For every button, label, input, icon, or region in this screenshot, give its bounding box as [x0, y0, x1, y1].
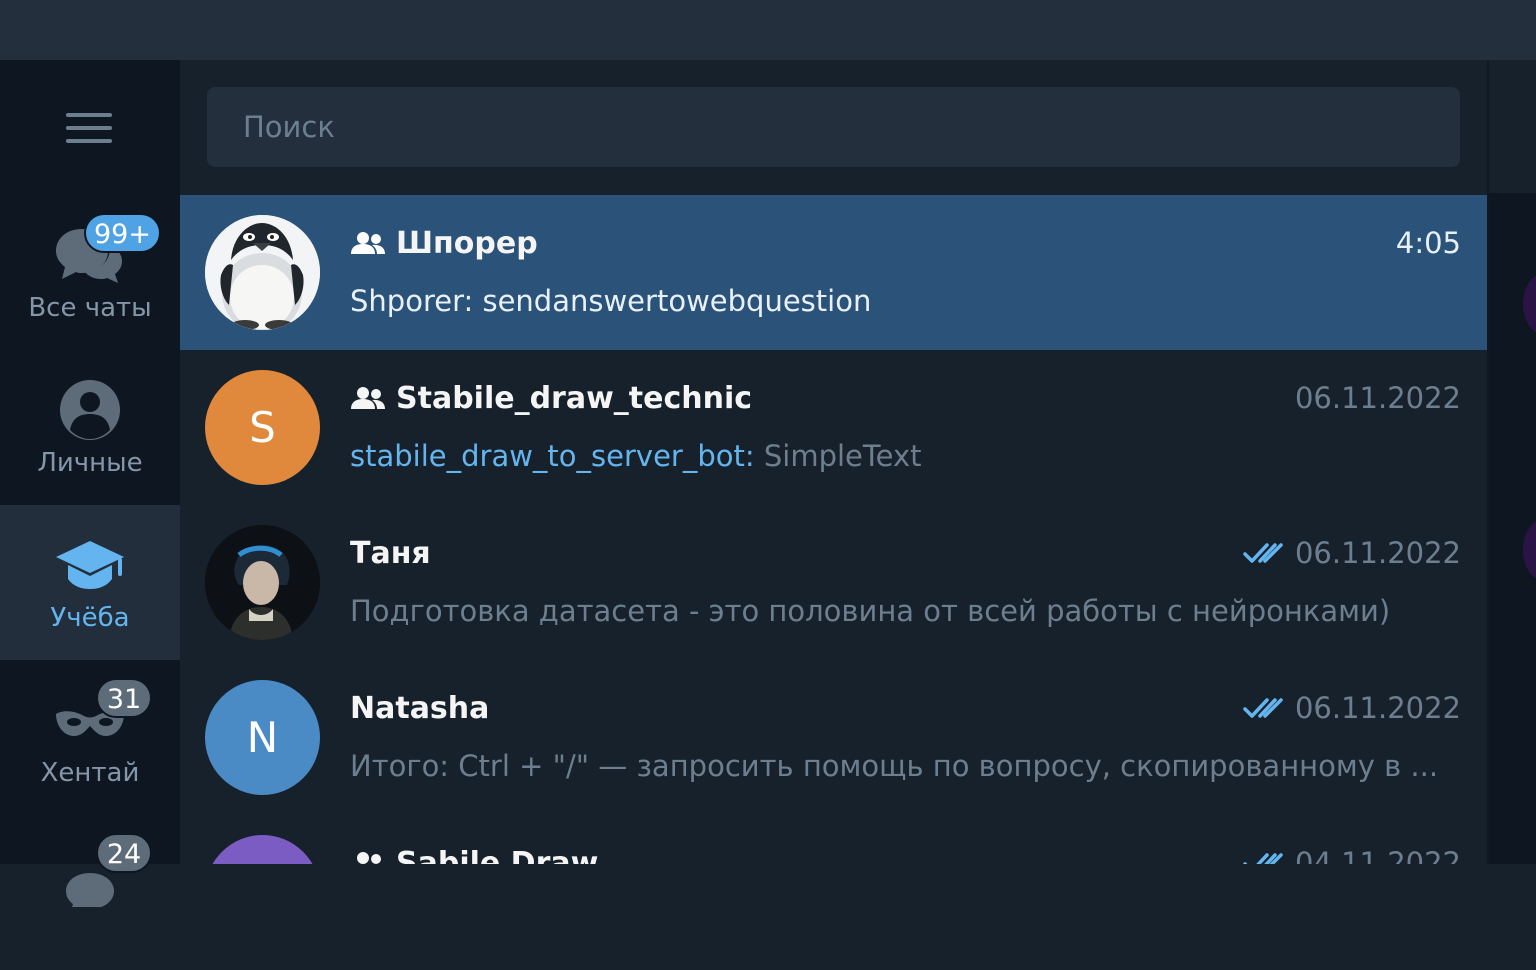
- chat-name-line: Natasha: [350, 688, 489, 728]
- chat-time: 06.11.2022: [1243, 688, 1461, 728]
- folder-sidebar: 99+ Все чаты Личные Учёба 31 Хентай 24: [0, 60, 180, 907]
- chat-name: Natasha: [350, 690, 490, 726]
- group-icon: [351, 232, 385, 254]
- chat-row[interactable]: N Natasha 06.11.2022 Итого: Ctrl + "/" —…: [180, 660, 1487, 815]
- chat-preview: stabile_draw_to_server_bot: SimpleText: [350, 436, 1457, 476]
- folder-label: Личные: [37, 448, 143, 478]
- avatar: [205, 835, 320, 864]
- unread-badge: 31: [96, 678, 152, 718]
- chat-time-text: 4:05: [1395, 226, 1461, 260]
- chat-row[interactable]: Шпорер 4:05 Shporer: sendanswertowebques…: [180, 195, 1487, 350]
- chat-row[interactable]: Таня 06.11.2022 Подготовка датасета - эт…: [180, 505, 1487, 660]
- chat-name: Stabile_draw_technic: [396, 380, 753, 416]
- chat-preview: Shporer: sendanswertowebquestion: [350, 281, 1457, 321]
- folder-label: Учёба: [50, 603, 130, 633]
- window-title-bar: [0, 0, 1536, 60]
- chat-time-text: 04.11.2022: [1294, 846, 1461, 864]
- chat-name-line: Шпорер: [350, 223, 538, 263]
- conversation-pane: [1487, 60, 1536, 864]
- chat-preview: Подготовка датасета - это половина от вс…: [350, 591, 1457, 631]
- group-icon: [357, 852, 381, 864]
- graduation-cap-icon: [56, 541, 124, 589]
- chat-time: 04.11.2022: [1243, 843, 1461, 864]
- chat-time: 06.11.2022: [1243, 533, 1461, 573]
- avatar: [205, 525, 320, 640]
- unread-badge: 24: [96, 833, 152, 873]
- folder-personal[interactable]: Личные: [0, 350, 180, 505]
- chat-time: 4:05: [1396, 223, 1461, 263]
- chat-name: Шпорер: [396, 225, 538, 261]
- folder-hentai[interactable]: 31 Хентай: [0, 660, 180, 815]
- chat-time-text: 06.11.2022: [1294, 381, 1461, 415]
- group-icon: [351, 387, 385, 409]
- double-check-icon: [1243, 853, 1283, 864]
- conversation-header[interactable]: [1489, 60, 1536, 195]
- folder-label: Хентай: [40, 758, 140, 788]
- folder-fifth[interactable]: 24: [0, 815, 180, 970]
- avatar-letter: N: [246, 713, 279, 762]
- preview-text: Итого: Ctrl + "/" — запросить помощь по …: [350, 749, 1439, 783]
- preview-sender: stabile_draw_to_server_bot:: [350, 439, 755, 473]
- search-input[interactable]: [207, 87, 1460, 167]
- folder-label: Все чаты: [28, 293, 152, 323]
- chat-row[interactable]: Sabile Draw 04.11.2022: [180, 815, 1487, 864]
- chat-name-line: Stabile_draw_technic: [350, 378, 752, 418]
- avatar: [205, 215, 320, 330]
- avatar: N: [205, 680, 320, 795]
- chat-name-line: Sabile Draw: [350, 843, 598, 864]
- preview-text: SimpleText: [754, 439, 922, 473]
- chat-preview: Итого: Ctrl + "/" — запросить помощь по …: [350, 746, 1457, 786]
- chat-name: Sabile Draw: [396, 845, 599, 865]
- chat-name: Таня: [350, 535, 431, 571]
- person-icon: [60, 380, 120, 440]
- chat-time-text: 06.11.2022: [1294, 536, 1461, 570]
- preview-text: Подготовка датасета - это половина от вс…: [350, 594, 1391, 628]
- avatar-letter: S: [249, 403, 276, 452]
- chat-name-line: Таня: [350, 533, 431, 573]
- message-avatar: [1523, 274, 1536, 334]
- folder-all-chats[interactable]: 99+ Все чаты: [0, 195, 180, 350]
- menu-button[interactable]: [0, 60, 180, 195]
- chat-row[interactable]: S Stabile_draw_technic 06.11.2022 stabil…: [180, 350, 1487, 505]
- chat-list-panel: Шпорер 4:05 Shporer: sendanswertowebques…: [180, 60, 1487, 864]
- message-avatar: [1523, 520, 1536, 580]
- chat-time-text: 06.11.2022: [1294, 691, 1461, 725]
- penguin-avatar-icon: [205, 215, 320, 330]
- folder-study[interactable]: Учёба: [0, 505, 180, 660]
- double-check-icon: [1243, 543, 1283, 563]
- unread-badge: 99+: [84, 213, 161, 253]
- chat-time: 06.11.2022: [1295, 378, 1461, 418]
- avatar: S: [205, 370, 320, 485]
- hamburger-menu-icon: [66, 112, 112, 143]
- double-check-icon: [1243, 698, 1283, 718]
- photo-avatar-icon: [205, 525, 320, 640]
- preview-text: Shporer: sendanswertowebquestion: [350, 284, 872, 318]
